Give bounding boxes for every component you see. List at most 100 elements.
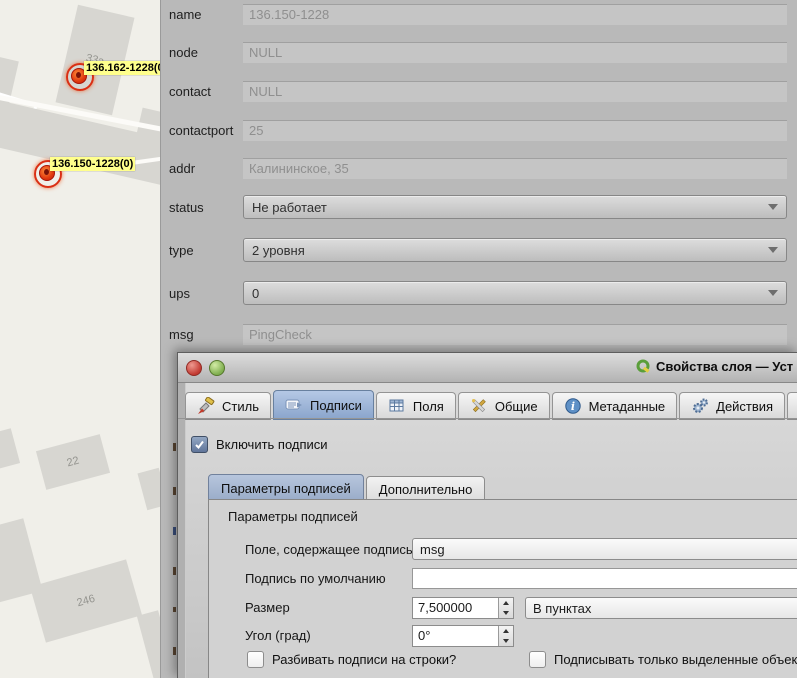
field-value-contactport[interactable]: 25 <box>243 120 787 141</box>
minimize-button[interactable] <box>209 360 225 376</box>
marker-label: 136.162-1228(0) <box>84 61 169 75</box>
dialog-left-frame <box>178 383 186 678</box>
tab-label: Действия <box>716 399 773 414</box>
type-dropdown[interactable]: 2 уровня <box>243 238 787 262</box>
tab-fields[interactable]: Поля <box>376 392 456 420</box>
tag-icon <box>285 396 303 414</box>
field-value-node[interactable]: NULL <box>243 42 787 63</box>
info-icon: i <box>564 397 582 415</box>
default-label-input[interactable] <box>412 568 797 589</box>
field-value-addr[interactable]: Калининское, 35 <box>243 158 787 179</box>
label-field-dropdown[interactable]: msg <box>412 538 797 560</box>
dialog-titlebar[interactable]: Свойства слоя — Уст <box>178 353 797 383</box>
selected-only-row: Подписывать только выделенные объекты <box>529 651 797 668</box>
status-dropdown[interactable]: Не работает <box>243 195 787 219</box>
clipped-text-fragment <box>173 567 176 575</box>
building-number: 22 <box>66 455 81 470</box>
selected-only-checkbox[interactable] <box>529 651 546 668</box>
tab-general[interactable]: Общие <box>458 392 550 420</box>
spin-buttons[interactable] <box>498 626 513 646</box>
field-source-label: Поле, содержащее подпись <box>245 542 413 557</box>
field-label-name: name <box>169 7 243 22</box>
combo-text: 0 <box>252 286 259 301</box>
paintbrush-icon <box>197 397 215 415</box>
building-22: 22 <box>36 434 110 490</box>
multiline-row: Разбивать подписи на строки? <box>247 651 456 668</box>
field-text: NULL <box>249 45 282 60</box>
field-label-contactport: contactport <box>169 123 243 138</box>
dialog-title-text: Свойства слоя — Уст <box>656 359 793 374</box>
field-value-msg[interactable]: PingCheck <box>243 324 787 345</box>
tab-label: Общие <box>495 399 538 414</box>
label-parameters-pane: Параметры подписей Поле, содержащее подп… <box>208 499 797 678</box>
size-spinbox[interactable]: 7,500000 <box>412 597 514 619</box>
marker-dot-icon <box>44 169 49 175</box>
field-row: contact NULL <box>169 79 787 103</box>
combo-text: 2 уровня <box>252 243 305 258</box>
multiline-label: Разбивать подписи на строки? <box>272 652 456 667</box>
tab-label: Метаданные <box>589 399 666 414</box>
building-246: 246 <box>30 559 142 642</box>
tab-label: Стиль <box>222 399 259 414</box>
size-unit-dropdown[interactable]: В пунктах <box>525 597 797 619</box>
spin-up-icon[interactable] <box>499 626 513 636</box>
clipped-text-fragment <box>173 607 176 612</box>
field-row: ups 0 <box>169 281 787 305</box>
dialog-title: Свойства слоя — Уст <box>636 359 793 374</box>
enable-labels-label: Включить подписи <box>216 437 328 452</box>
tab-style[interactable]: Стиль <box>185 392 271 420</box>
size-label: Размер <box>245 600 290 615</box>
angle-label: Угол (град) <box>245 628 311 643</box>
chevron-down-icon <box>768 204 778 210</box>
multiline-checkbox[interactable] <box>247 651 264 668</box>
field-value-contact[interactable]: NULL <box>243 81 787 102</box>
spin-down-icon[interactable] <box>499 608 513 618</box>
ups-dropdown[interactable]: 0 <box>243 281 787 305</box>
marker-label: 136.150-1228(0) <box>50 157 135 171</box>
spin-buttons[interactable] <box>498 598 513 618</box>
layer-properties-dialog: Свойства слоя — Уст Стиль Подписи <box>177 352 797 678</box>
tab-labels[interactable]: Подписи <box>273 390 374 420</box>
dialog-tabbar: Стиль Подписи Поля <box>185 390 797 420</box>
field-row: node NULL <box>169 40 787 64</box>
close-button[interactable] <box>186 360 202 376</box>
enable-labels-checkbox[interactable] <box>191 436 208 453</box>
tab-pane-divider <box>178 418 797 419</box>
clipped-text-fragment <box>173 487 176 495</box>
field-row: addr Калининское, 35 <box>169 156 787 180</box>
field-label-contact: contact <box>169 84 243 99</box>
field-text: Калининское, 35 <box>249 161 349 176</box>
field-label-status: status <box>169 200 243 215</box>
qgis-logo-icon <box>636 359 651 374</box>
chevron-down-icon <box>768 290 778 296</box>
building-number: 246 <box>76 593 97 610</box>
building <box>0 428 20 472</box>
field-label-msg: msg <box>169 327 243 342</box>
field-row: contactport 25 <box>169 118 787 142</box>
default-label-label: Подпись по умолчанию <box>245 571 386 586</box>
field-text: NULL <box>249 84 282 99</box>
tab-label-parameters[interactable]: Параметры подписей <box>208 474 364 502</box>
marker-dot-icon <box>76 72 81 78</box>
gears-icon <box>691 397 709 415</box>
tools-icon <box>470 397 488 415</box>
tab-actions[interactable]: Действия <box>679 392 785 420</box>
tab-metadata[interactable]: i Метаданные <box>552 392 678 420</box>
field-value-name[interactable]: 136.150-1228 <box>243 4 787 25</box>
spin-up-icon[interactable] <box>499 598 513 608</box>
field-label-node: node <box>169 45 243 60</box>
field-text: 25 <box>249 123 263 138</box>
field-text: PingCheck <box>249 327 312 342</box>
table-icon <box>388 397 406 415</box>
field-row: type 2 уровня <box>169 238 787 262</box>
spin-value: 7,500000 <box>413 598 498 618</box>
clipped-text-fragment <box>173 443 176 451</box>
chevron-down-icon <box>768 247 778 253</box>
field-row: status Не работает <box>169 195 787 219</box>
angle-spinbox[interactable]: 0° <box>412 625 514 647</box>
tab-overlay[interactable]: Св <box>787 392 797 420</box>
dialog-body: Стиль Подписи Поля <box>178 383 797 678</box>
inner-tabbar: Параметры подписей Дополнительно <box>208 474 487 502</box>
field-label-addr: addr <box>169 161 243 176</box>
spin-down-icon[interactable] <box>499 636 513 646</box>
